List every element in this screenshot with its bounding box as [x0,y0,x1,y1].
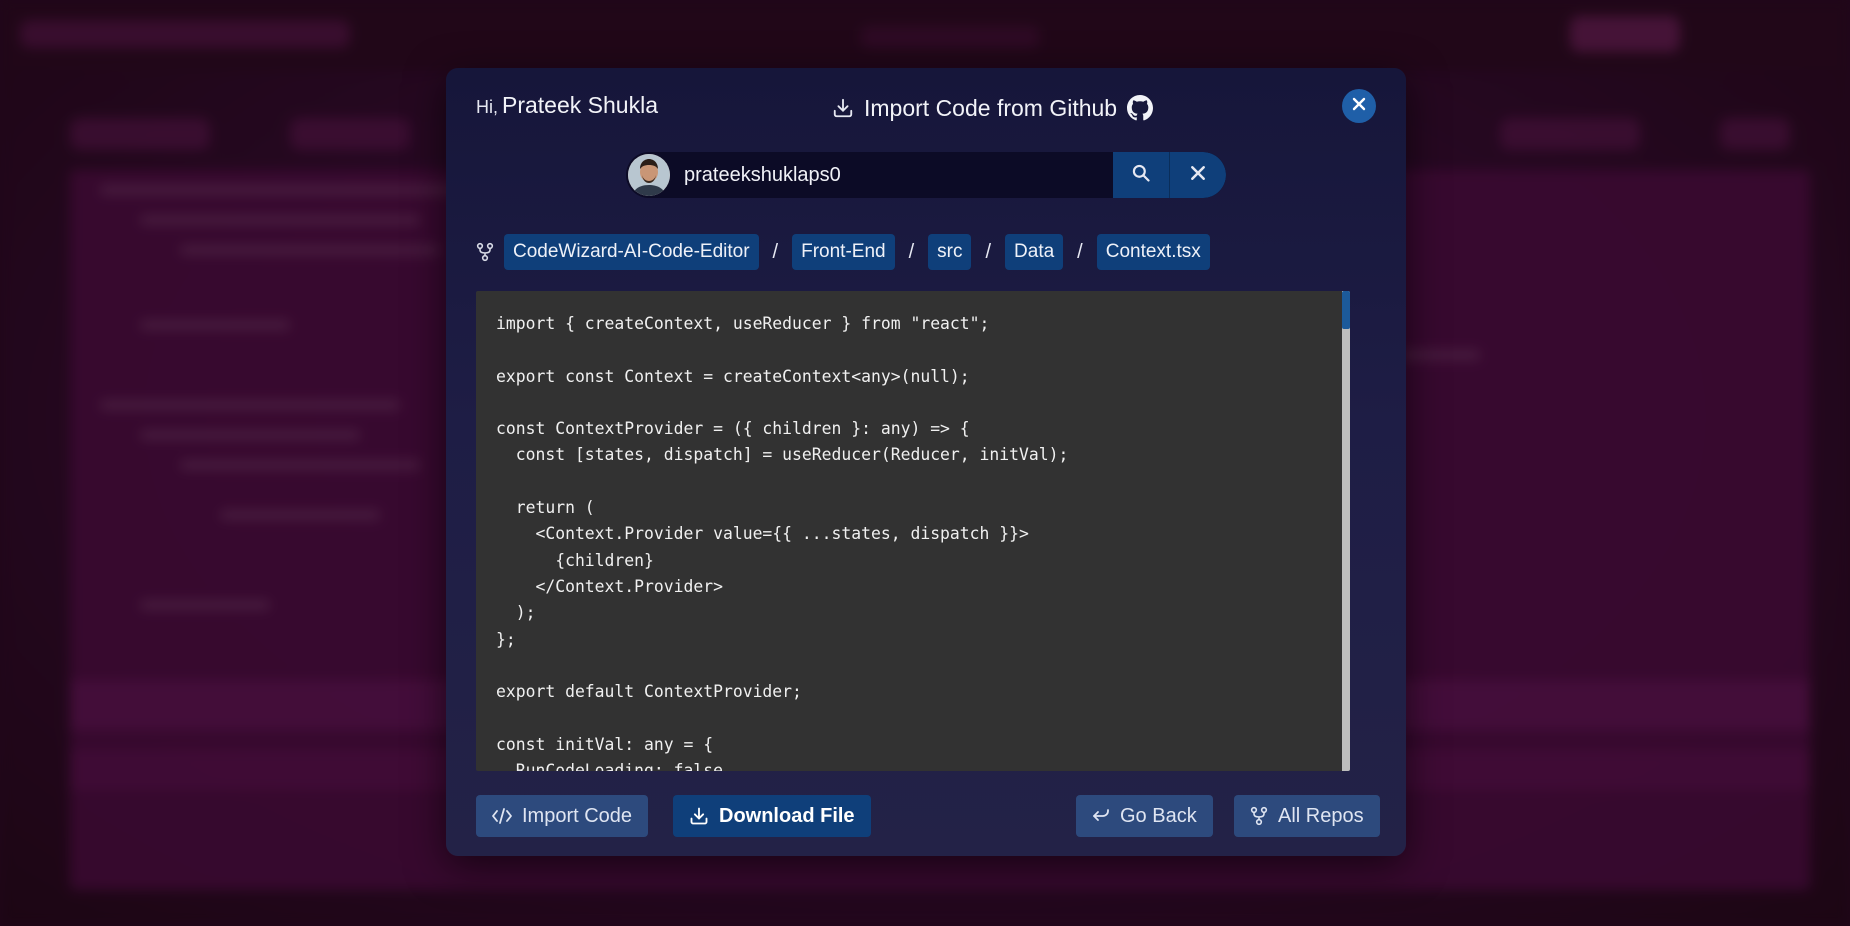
close-modal-button[interactable] [1342,89,1376,123]
breadcrumb-repo[interactable]: CodeWizard-AI-Code-Editor [504,234,759,270]
git-fork-icon [476,242,494,262]
download-file-button[interactable]: Download File [673,795,871,837]
search-button[interactable] [1113,152,1170,198]
go-back-button[interactable]: Go Back [1076,795,1213,837]
breadcrumb-folder[interactable]: src [928,234,972,270]
scrollbar-thumb[interactable] [1342,291,1350,329]
code-icon [492,808,512,824]
close-icon [1352,97,1366,116]
user-greeting: Hi, Prateek Shukla [476,92,658,119]
breadcrumb-separator: / [985,240,992,263]
breadcrumb-separator: / [772,240,779,263]
breadcrumb-folder[interactable]: Data [1005,234,1064,270]
import-icon [832,97,854,119]
greeting-prefix: Hi, [476,97,498,117]
return-arrow-icon [1092,808,1110,824]
user-name: Prateek Shukla [502,92,658,118]
go-back-label: Go Back [1120,804,1197,827]
github-icon [1127,95,1154,121]
import-code-button[interactable]: Import Code [476,795,649,837]
import-github-modal: Hi, Prateek Shukla Import Code from Githu… [446,68,1406,856]
breadcrumb-folder[interactable]: Front-End [792,234,895,270]
code-viewer[interactable]: import { createContext, useReducer } fro… [476,291,1350,771]
clear-search-button[interactable] [1170,152,1226,198]
scrollbar-track[interactable] [1342,291,1350,771]
github-user-search [626,152,1226,198]
avatar [628,154,670,196]
breadcrumb-file[interactable]: Context.tsx [1096,234,1210,270]
close-icon [1190,165,1206,186]
git-fork-icon [1250,806,1268,826]
breadcrumb: CodeWizard-AI-Code-Editor / Front-End / … [476,234,1210,270]
download-icon [689,806,709,826]
search-icon [1131,163,1151,188]
breadcrumb-separator: / [1077,240,1083,263]
modal-title-text: Import Code from Github [864,94,1118,121]
download-file-label: Download File [719,804,855,827]
all-repos-button[interactable]: All Repos [1234,795,1380,837]
breadcrumb-separator: / [908,240,915,263]
all-repos-label: All Repos [1278,804,1364,827]
modal-title: Import Code from Github [832,90,1154,126]
code-content[interactable]: import { createContext, useReducer } fro… [496,311,1068,771]
github-username-input[interactable] [670,152,1113,198]
import-code-label: Import Code [522,804,633,827]
